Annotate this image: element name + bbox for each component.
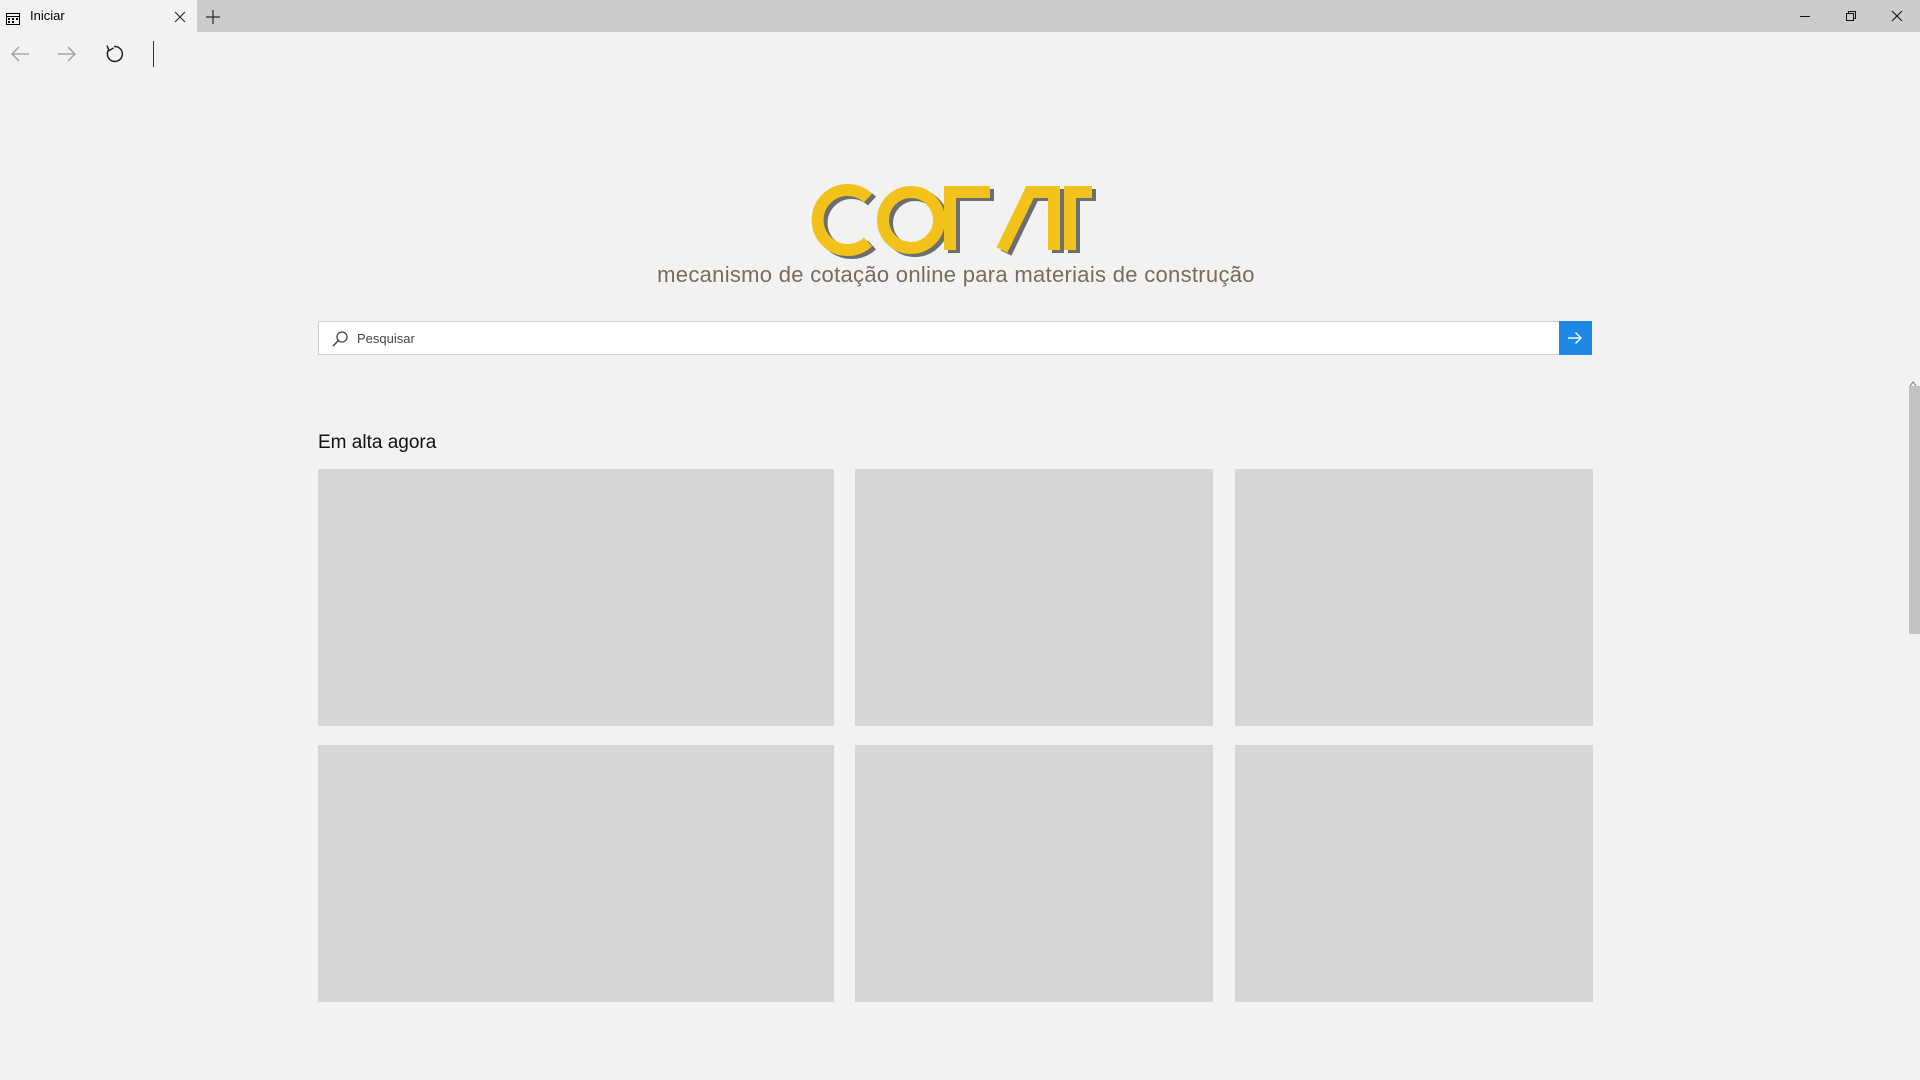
trending-card[interactable] (855, 745, 1213, 1002)
trending-card[interactable] (318, 745, 834, 1002)
search-input[interactable] (357, 322, 1547, 354)
restore-icon (1846, 11, 1856, 21)
arrow-left-icon (11, 46, 29, 62)
arrow-right-icon (1568, 332, 1582, 344)
back-button[interactable] (8, 42, 32, 66)
title-bar: Iniciar (0, 0, 1920, 32)
forward-button[interactable] (55, 42, 79, 66)
tab-iniciar[interactable]: Iniciar (0, 0, 197, 32)
trending-card[interactable] (318, 469, 834, 726)
tab-title: Iniciar (30, 8, 65, 23)
minimize-button[interactable] (1782, 0, 1828, 32)
close-icon (1891, 10, 1903, 22)
search-icon (331, 330, 349, 348)
search-submit-button[interactable] (1559, 321, 1592, 355)
address-bar-caret[interactable] (153, 41, 154, 67)
close-window-button[interactable] (1874, 0, 1920, 32)
cotar-logo (810, 180, 1100, 260)
refresh-icon (106, 45, 124, 63)
refresh-button[interactable] (102, 42, 126, 66)
trending-card[interactable] (1235, 745, 1593, 1002)
search-box (318, 321, 1592, 355)
scrollbar-thumb[interactable] (1909, 386, 1920, 634)
trending-card[interactable] (855, 469, 1213, 726)
arrow-right-icon (58, 46, 76, 62)
navigation-bar (0, 32, 1920, 76)
vertical-scrollbar[interactable] (1906, 372, 1920, 1080)
tagline: mecanismo de cotação online para materia… (657, 262, 1255, 287)
minimize-icon (1800, 16, 1810, 17)
section-title-trending: Em alta agora (318, 432, 437, 453)
restore-button[interactable] (1828, 0, 1874, 32)
trending-card[interactable] (1235, 469, 1593, 726)
reading-view-icon (6, 10, 20, 25)
plus-icon[interactable] (204, 8, 222, 26)
close-icon[interactable] (173, 9, 187, 23)
chevron-up-icon[interactable] (1909, 373, 1917, 387)
